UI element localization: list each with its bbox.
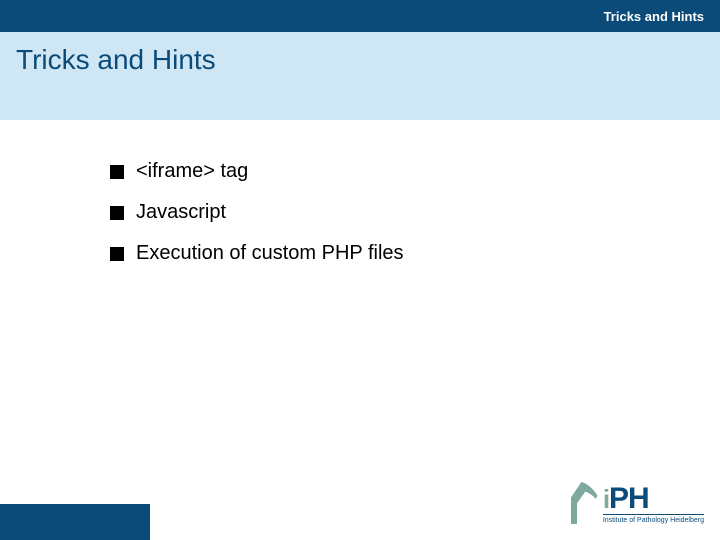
bullet-text: <iframe> tag <box>136 160 248 183</box>
bullet-marker-icon <box>110 165 124 179</box>
logo-swoosh-icon <box>571 480 601 524</box>
list-item: <iframe> tag <box>110 160 720 183</box>
content-area: <iframe> tag Javascript Execution of cus… <box>0 120 720 265</box>
logo-text: iPH Institute of Pathology Heidelberg <box>603 484 704 524</box>
list-item: Execution of custom PHP files <box>110 242 720 265</box>
bullet-marker-icon <box>110 206 124 220</box>
logo-uppercase: PH <box>609 482 649 515</box>
slide-title: Tricks and Hints <box>16 44 216 76</box>
logo-subtitle: Institute of Pathology Heidelberg <box>603 514 704 524</box>
header-breadcrumb: Tricks and Hints <box>604 9 704 24</box>
title-band: Tricks and Hints <box>0 32 720 120</box>
header-bar: Tricks and Hints <box>0 0 720 32</box>
logo: iPH Institute of Pathology Heidelberg <box>571 480 704 524</box>
bullet-marker-icon <box>110 247 124 261</box>
bullet-text: Javascript <box>136 201 226 224</box>
footer-accent-block <box>0 504 150 540</box>
bullet-text: Execution of custom PHP files <box>136 242 404 265</box>
logo-acronym: iPH <box>603 484 649 514</box>
list-item: Javascript <box>110 201 720 224</box>
